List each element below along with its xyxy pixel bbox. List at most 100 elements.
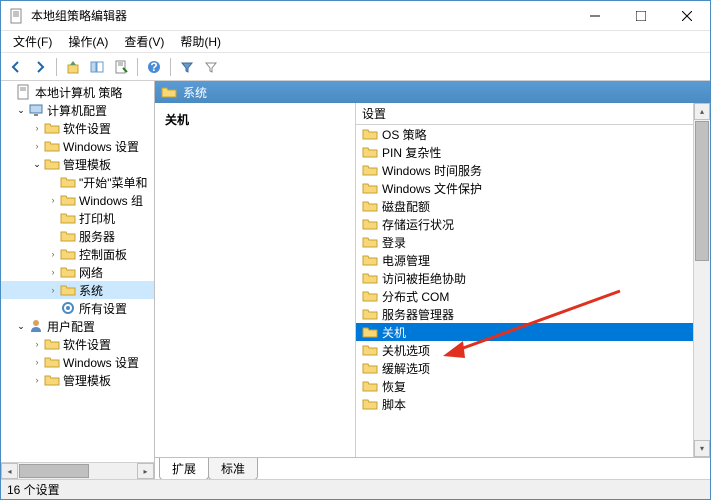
tree-label: 系统 xyxy=(79,282,103,299)
list-item[interactable]: 关机 xyxy=(356,323,693,341)
scroll-thumb[interactable] xyxy=(695,121,709,261)
tree-windows-components[interactable]: › Windows 组 xyxy=(1,191,154,209)
help-button[interactable]: ? xyxy=(143,56,165,78)
expand-icon[interactable]: › xyxy=(31,122,43,134)
menu-action[interactable]: 操作(A) xyxy=(60,31,116,52)
back-button[interactable] xyxy=(5,56,27,78)
expand-icon[interactable]: › xyxy=(31,356,43,368)
policy-tree[interactable]: 本地计算机 策略 ⌄ 计算机配置 › 软件设置 › Windows 设置 ⌄ 管… xyxy=(1,81,154,462)
folder-icon xyxy=(44,156,60,172)
folder-icon xyxy=(60,210,76,226)
menu-file[interactable]: 文件(F) xyxy=(5,31,60,52)
collapse-icon[interactable]: ⌄ xyxy=(31,158,43,170)
tree-label: 软件设置 xyxy=(63,336,111,353)
list-item-label: 磁盘配额 xyxy=(382,198,430,215)
filter-options-button[interactable] xyxy=(200,56,222,78)
tree-user-windows[interactable]: › Windows 设置 xyxy=(1,353,154,371)
tree-all-settings[interactable]: 所有设置 xyxy=(1,299,154,317)
tree-software-settings[interactable]: › 软件设置 xyxy=(1,119,154,137)
up-button[interactable] xyxy=(62,56,84,78)
properties-button[interactable] xyxy=(110,56,132,78)
maximize-button[interactable] xyxy=(618,1,664,31)
expand-icon[interactable]: › xyxy=(31,140,43,152)
list-item[interactable]: 磁盘配额 xyxy=(356,197,693,215)
list-item[interactable]: 分布式 COM xyxy=(356,287,693,305)
folder-icon xyxy=(362,288,378,304)
toolbar: ? xyxy=(1,53,710,81)
tree-root[interactable]: 本地计算机 策略 xyxy=(1,83,154,101)
minimize-button[interactable] xyxy=(572,1,618,31)
scroll-track[interactable] xyxy=(694,120,710,440)
folder-icon xyxy=(60,192,76,208)
tree-printers[interactable]: 打印机 xyxy=(1,209,154,227)
list-item[interactable]: 恢复 xyxy=(356,377,693,395)
toolbar-separator xyxy=(170,58,171,76)
view-tabs: 扩展 标准 xyxy=(155,457,710,479)
description-column: 关机 xyxy=(155,103,355,457)
tree-windows-settings[interactable]: › Windows 设置 xyxy=(1,137,154,155)
list-item[interactable]: Windows 时间服务 xyxy=(356,161,693,179)
tree-network[interactable]: › 网络 xyxy=(1,263,154,281)
collapse-icon[interactable]: ⌄ xyxy=(15,320,27,332)
expand-icon[interactable]: › xyxy=(31,374,43,386)
list-item[interactable]: PIN 复杂性 xyxy=(356,143,693,161)
list-item-label: 关机 xyxy=(382,324,406,341)
list-item[interactable]: 缓解选项 xyxy=(356,359,693,377)
scroll-right-button[interactable]: ▸ xyxy=(137,463,154,479)
expand-icon[interactable]: › xyxy=(47,266,59,278)
list-item[interactable]: 电源管理 xyxy=(356,251,693,269)
tree-user-config[interactable]: ⌄ 用户配置 xyxy=(1,317,154,335)
folder-icon xyxy=(60,228,76,244)
list-item[interactable]: 关机选项 xyxy=(356,341,693,359)
settings-list[interactable]: OS 策略PIN 复杂性Windows 时间服务Windows 文件保护磁盘配额… xyxy=(356,125,693,457)
tab-standard[interactable]: 标准 xyxy=(208,458,258,479)
app-icon xyxy=(9,8,25,24)
settings-column-header[interactable]: 设置 xyxy=(356,103,693,125)
filter-button[interactable] xyxy=(176,56,198,78)
expand-icon[interactable]: › xyxy=(47,284,59,296)
policy-root-icon xyxy=(16,84,32,100)
list-item[interactable]: 登录 xyxy=(356,233,693,251)
folder-icon xyxy=(362,234,378,250)
tree-user-software[interactable]: › 软件设置 xyxy=(1,335,154,353)
tree-user-admin[interactable]: › 管理模板 xyxy=(1,371,154,389)
tree-admin-templates[interactable]: ⌄ 管理模板 xyxy=(1,155,154,173)
expand-icon[interactable]: › xyxy=(47,248,59,260)
list-item[interactable]: OS 策略 xyxy=(356,125,693,143)
list-item[interactable]: 脚本 xyxy=(356,395,693,413)
scroll-left-button[interactable]: ◂ xyxy=(1,463,18,479)
list-item[interactable]: 存储运行状况 xyxy=(356,215,693,233)
list-item[interactable]: 访问被拒绝协助 xyxy=(356,269,693,287)
collapse-icon[interactable]: ⌄ xyxy=(15,104,27,116)
list-item[interactable]: Windows 文件保护 xyxy=(356,179,693,197)
folder-icon xyxy=(362,342,378,358)
tab-extended[interactable]: 扩展 xyxy=(159,458,209,479)
folder-icon xyxy=(362,360,378,376)
tree-start-menu[interactable]: "开始"菜单和 xyxy=(1,173,154,191)
scroll-thumb[interactable] xyxy=(19,464,89,478)
expand-icon[interactable]: › xyxy=(31,338,43,350)
spacer xyxy=(47,212,59,224)
expand-icon[interactable]: › xyxy=(47,194,59,206)
user-icon xyxy=(28,318,44,334)
tree-system[interactable]: › 系统 xyxy=(1,281,154,299)
show-hide-tree-button[interactable] xyxy=(86,56,108,78)
tree-control-panel[interactable]: › 控制面板 xyxy=(1,245,154,263)
menu-help[interactable]: 帮助(H) xyxy=(172,31,229,52)
tree-computer-config[interactable]: ⌄ 计算机配置 xyxy=(1,101,154,119)
tree-hscrollbar[interactable]: ◂ ▸ xyxy=(1,462,154,479)
list-item-label: Windows 时间服务 xyxy=(382,162,482,179)
forward-button[interactable] xyxy=(29,56,51,78)
close-button[interactable] xyxy=(664,1,710,31)
content-vscrollbar[interactable]: ▴ ▾ xyxy=(693,103,710,457)
scroll-down-button[interactable]: ▾ xyxy=(694,440,710,457)
spacer xyxy=(47,230,59,242)
folder-icon xyxy=(161,84,177,100)
menu-view[interactable]: 查看(V) xyxy=(116,31,172,52)
tree-servers[interactable]: 服务器 xyxy=(1,227,154,245)
scroll-up-button[interactable]: ▴ xyxy=(694,103,710,120)
list-item[interactable]: 服务器管理器 xyxy=(356,305,693,323)
list-item-label: 登录 xyxy=(382,234,406,251)
scroll-track[interactable] xyxy=(18,463,137,479)
tree-label: 用户配置 xyxy=(47,318,95,335)
